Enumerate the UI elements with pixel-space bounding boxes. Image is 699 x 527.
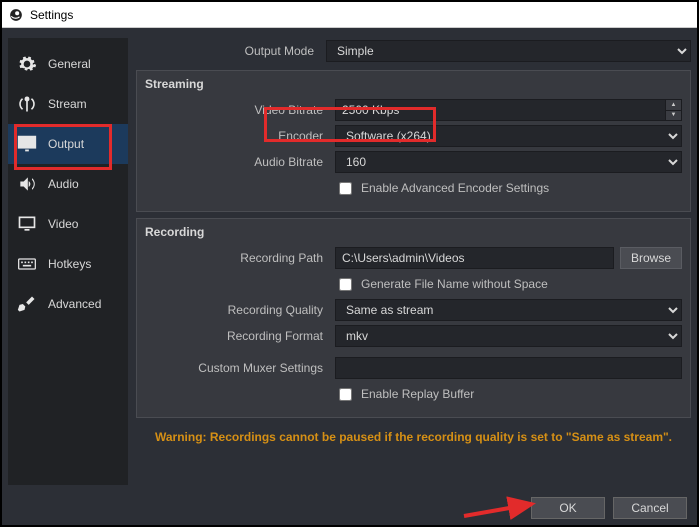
output-mode-label: Output Mode xyxy=(136,44,326,58)
muxer-row: Custom Muxer Settings xyxy=(145,355,682,381)
sidebar-item-output[interactable]: Output xyxy=(8,124,128,164)
enable-advanced-label: Enable Advanced Encoder Settings xyxy=(361,181,549,195)
encoder-label: Encoder xyxy=(145,129,335,143)
sidebar-item-video[interactable]: Video xyxy=(8,204,128,244)
output-mode-select[interactable]: Simple xyxy=(326,40,691,62)
ok-button[interactable]: OK xyxy=(531,497,605,519)
video-bitrate-spinner[interactable]: ▲▼ xyxy=(666,99,682,121)
recording-path-label: Recording Path xyxy=(145,251,335,265)
video-bitrate-label: Video Bitrate xyxy=(145,103,335,117)
sidebar: General Stream Output Audio xyxy=(8,38,128,485)
gen-filename-checkbox[interactable]: Generate File Name without Space xyxy=(335,275,548,294)
video-bitrate-input[interactable] xyxy=(335,99,666,121)
settings-window: Settings General Stream Output xyxy=(0,0,699,527)
recording-quality-select[interactable]: Same as stream xyxy=(335,299,682,321)
muxer-label: Custom Muxer Settings xyxy=(145,361,335,375)
gen-filename-label: Generate File Name without Space xyxy=(361,277,548,291)
recording-format-label: Recording Format xyxy=(145,329,335,343)
recording-format-row: Recording Format mkv xyxy=(145,323,682,349)
enable-advanced-checkbox[interactable]: Enable Advanced Encoder Settings xyxy=(335,179,549,198)
window-title: Settings xyxy=(30,8,73,22)
audio-bitrate-row: Audio Bitrate 160 xyxy=(145,149,682,175)
browse-button[interactable]: Browse xyxy=(620,247,682,269)
streaming-group-title: Streaming xyxy=(145,77,682,91)
sidebar-item-label: General xyxy=(48,57,91,71)
cancel-button[interactable]: Cancel xyxy=(613,497,687,519)
monitor-icon xyxy=(16,213,38,235)
muxer-input[interactable] xyxy=(335,357,682,379)
sidebar-item-label: Video xyxy=(48,217,78,231)
sidebar-item-label: Hotkeys xyxy=(48,257,91,271)
sidebar-item-audio[interactable]: Audio xyxy=(8,164,128,204)
video-bitrate-row: Video Bitrate ▲▼ xyxy=(145,97,682,123)
keyboard-icon xyxy=(16,253,38,275)
audio-bitrate-select[interactable]: 160 xyxy=(335,151,682,173)
title-bar: Settings xyxy=(2,2,697,28)
sidebar-item-hotkeys[interactable]: Hotkeys xyxy=(8,244,128,284)
sidebar-item-label: Stream xyxy=(48,97,87,111)
audio-bitrate-label: Audio Bitrate xyxy=(145,155,335,169)
dialog-footer: OK Cancel xyxy=(2,491,697,525)
tools-icon xyxy=(16,293,38,315)
sidebar-item-label: Output xyxy=(48,137,84,151)
replay-buffer-label: Enable Replay Buffer xyxy=(361,387,474,401)
recording-path-input[interactable] xyxy=(335,247,614,269)
recording-group-title: Recording xyxy=(145,225,682,239)
gear-icon xyxy=(16,53,38,75)
sidebar-item-advanced[interactable]: Advanced xyxy=(8,284,128,324)
encoder-row: Encoder Software (x264) xyxy=(145,123,682,149)
streaming-group: Streaming Video Bitrate ▲▼ Encoder Softw… xyxy=(136,70,691,212)
warning-text: Warning: Recordings cannot be paused if … xyxy=(136,424,691,448)
sidebar-item-stream[interactable]: Stream xyxy=(8,84,128,124)
recording-quality-label: Recording Quality xyxy=(145,303,335,317)
replay-buffer-checkbox[interactable]: Enable Replay Buffer xyxy=(335,385,474,404)
recording-path-row: Recording Path Browse xyxy=(145,245,682,271)
monitor-arrow-icon xyxy=(16,133,38,155)
recording-format-select[interactable]: mkv xyxy=(335,325,682,347)
content-pane: Output Mode Simple Streaming Video Bitra… xyxy=(136,38,691,485)
sidebar-item-label: Audio xyxy=(48,177,79,191)
output-mode-row: Output Mode Simple xyxy=(136,38,691,64)
recording-group: Recording Recording Path Browse Generate… xyxy=(136,218,691,418)
sidebar-item-general[interactable]: General xyxy=(8,44,128,84)
encoder-select[interactable]: Software (x264) xyxy=(335,125,682,147)
antenna-icon xyxy=(16,93,38,115)
app-logo-icon xyxy=(8,7,24,23)
sidebar-item-label: Advanced xyxy=(48,297,101,311)
recording-quality-row: Recording Quality Same as stream xyxy=(145,297,682,323)
speaker-icon xyxy=(16,173,38,195)
